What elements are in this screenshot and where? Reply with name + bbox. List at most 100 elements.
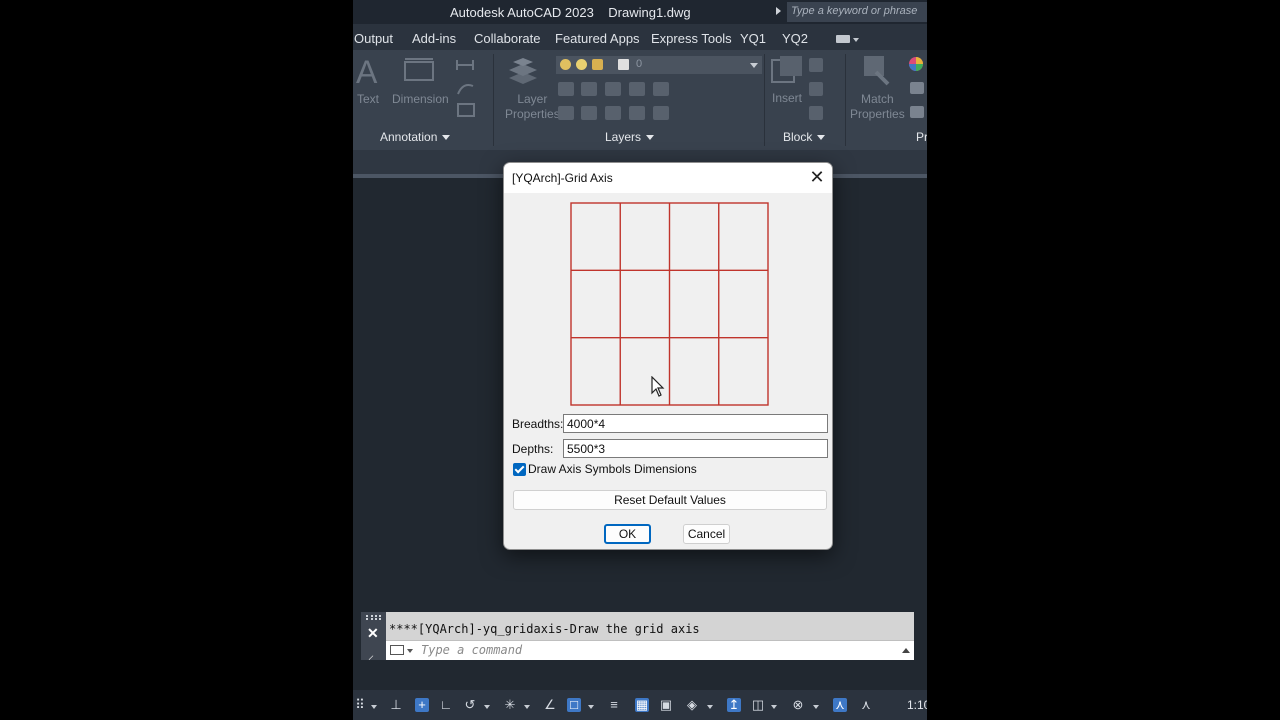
layer-tool-icon[interactable] — [581, 82, 597, 96]
ribbon-tabs: Output Add-ins Collaborate Featured Apps… — [353, 24, 927, 50]
close-icon[interactable]: ✕ — [367, 625, 379, 642]
annotation-tools-icon[interactable] — [455, 56, 479, 118]
layer-tool-icon[interactable] — [653, 82, 669, 96]
chevron-down-icon[interactable] — [707, 705, 713, 709]
command-input[interactable]: Type a command — [386, 640, 914, 660]
chevron-down-icon[interactable] — [853, 38, 859, 42]
lineweight-icon[interactable] — [910, 82, 924, 94]
workspace-icon[interactable] — [836, 35, 850, 43]
drag-handle-icon[interactable] — [366, 615, 381, 620]
dimension-tool-label[interactable]: Dimension — [392, 92, 449, 107]
tab-output[interactable]: Output — [354, 31, 393, 46]
panel-divider — [845, 54, 846, 146]
layer-tool-icon[interactable] — [629, 106, 645, 120]
block-tool-icon[interactable] — [809, 82, 823, 96]
search-input[interactable]: Type a keyword or phrase — [787, 2, 927, 22]
layer-tool-icon[interactable] — [629, 82, 645, 96]
command-prompt-icon[interactable] — [390, 645, 404, 655]
lineweight-toggle-icon[interactable]: ≡ — [607, 698, 621, 712]
chevron-down-icon[interactable] — [771, 705, 777, 709]
command-line: ✕ ⸝ ****[YQArch]-yq_gridaxis-Draw the gr… — [361, 612, 914, 663]
properties-panel-title[interactable]: Pr — [916, 130, 927, 144]
layer-tool-icon[interactable] — [605, 82, 621, 96]
auto-scale-icon[interactable]: ⋏ — [859, 698, 873, 712]
dimension-icon[interactable] — [401, 56, 437, 86]
selection-cycling-icon[interactable]: ▣ — [659, 698, 673, 712]
dynamic-ucs-icon[interactable]: ↥ — [727, 698, 741, 712]
tab-featured-apps[interactable]: Featured Apps — [555, 31, 640, 46]
3d-osnap-icon[interactable]: ◈ — [685, 698, 699, 712]
object-snap-tracking-icon[interactable]: ∠ — [543, 698, 557, 712]
linetype-icon[interactable] — [910, 106, 924, 118]
chevron-down-icon[interactable] — [484, 705, 490, 709]
polar-icon[interactable]: ↺ — [463, 698, 477, 712]
chevron-down-icon[interactable] — [524, 705, 530, 709]
gizmo-icon[interactable]: ⊗ — [791, 698, 805, 712]
chevron-down-icon[interactable] — [371, 705, 377, 709]
layer-properties-label[interactable]: Layer Properties — [505, 92, 560, 122]
color-wheel-icon[interactable] — [908, 56, 924, 72]
draw-axis-symbols-label[interactable]: Draw Axis Symbols Dimensions — [528, 462, 697, 476]
chevron-down-icon[interactable] — [407, 649, 413, 653]
chevron-down-icon[interactable] — [750, 63, 758, 68]
panel-divider — [764, 54, 765, 146]
search-box[interactable]: Type a keyword or phrase — [773, 2, 927, 22]
tab-yq1[interactable]: YQ1 — [740, 31, 766, 46]
object-snap-icon[interactable]: □ — [567, 698, 581, 712]
close-icon[interactable]: ✕ — [808, 167, 826, 187]
command-line-grip[interactable]: ✕ ⸝ — [361, 612, 386, 663]
selection-filter-icon[interactable]: ◫ — [751, 698, 765, 712]
lock-icon — [592, 59, 603, 70]
layer-tool-icon[interactable] — [653, 106, 669, 120]
reset-default-values-button[interactable]: Reset Default Values — [513, 490, 827, 510]
isodraft-icon[interactable]: ✳ — [503, 698, 517, 712]
ribbon: A Text Dimension Annotation Layer Proper… — [353, 50, 927, 150]
customize-icon[interactable]: ⸝ — [368, 646, 374, 663]
layer-tool-icon[interactable] — [558, 82, 574, 96]
chevron-down-icon[interactable] — [813, 705, 819, 709]
panel-divider — [493, 54, 494, 146]
layer-tool-icon[interactable] — [558, 106, 574, 120]
tab-express-tools[interactable]: Express Tools — [651, 31, 732, 46]
depths-field[interactable]: 5500*3 — [563, 439, 828, 458]
breadths-field[interactable]: 4000*4 — [563, 414, 828, 433]
layer-properties-icon[interactable] — [505, 56, 541, 88]
text-tool-label[interactable]: Text — [357, 92, 379, 107]
cancel-button[interactable]: Cancel — [683, 524, 730, 544]
annotation-panel-title[interactable]: Annotation — [380, 130, 451, 144]
tab-add-ins[interactable]: Add-ins — [412, 31, 456, 46]
title-bar: Autodesk AutoCAD 2023 Drawing1.dwg Type … — [353, 0, 927, 24]
grid-menu-icon[interactable]: ⠿ — [353, 698, 367, 712]
annotation-scale[interactable]: 1:10 — [907, 698, 927, 712]
insert-block-icon[interactable] — [770, 54, 804, 86]
bulb-icon — [560, 59, 571, 70]
ok-button[interactable]: OK — [604, 524, 651, 544]
window-title: Autodesk AutoCAD 2023 Drawing1.dwg — [450, 5, 691, 20]
match-properties-label[interactable]: Match Properties — [850, 92, 905, 122]
chevron-down-icon[interactable] — [588, 705, 594, 709]
search-expand-icon[interactable] — [776, 7, 781, 15]
block-tool-icon[interactable] — [809, 106, 823, 120]
block-tool-icon[interactable] — [809, 58, 823, 72]
tab-collaborate[interactable]: Collaborate — [474, 31, 541, 46]
dynamic-input-icon[interactable]: + — [415, 698, 429, 712]
ortho-icon[interactable]: ∟ — [439, 698, 453, 712]
chevron-up-icon[interactable] — [902, 648, 910, 653]
layer-dropdown[interactable]: 0 — [556, 56, 762, 74]
dialog-title: [YQArch]-Grid Axis — [512, 171, 613, 185]
match-properties-icon[interactable] — [860, 54, 894, 88]
layers-panel-title[interactable]: Layers — [605, 130, 655, 144]
layer-tool-icon[interactable] — [605, 106, 621, 120]
transparency-icon[interactable]: ▦ — [635, 698, 649, 712]
dimensions-label[interactable]: Dimensions — [634, 462, 697, 476]
snap-icon[interactable]: ⊥ — [389, 698, 403, 712]
command-placeholder[interactable]: Type a command — [421, 643, 522, 657]
tab-yq2[interactable]: YQ2 — [782, 31, 808, 46]
layer-tool-icon[interactable] — [581, 106, 597, 120]
text-icon[interactable]: A — [355, 56, 383, 86]
svg-text:A: A — [356, 56, 378, 86]
draw-axis-symbols-checkbox[interactable] — [513, 463, 526, 476]
insert-label[interactable]: Insert — [772, 91, 802, 106]
block-panel-title[interactable]: Block — [783, 130, 826, 144]
annotation-visibility-icon[interactable]: ⋏ — [833, 698, 847, 712]
